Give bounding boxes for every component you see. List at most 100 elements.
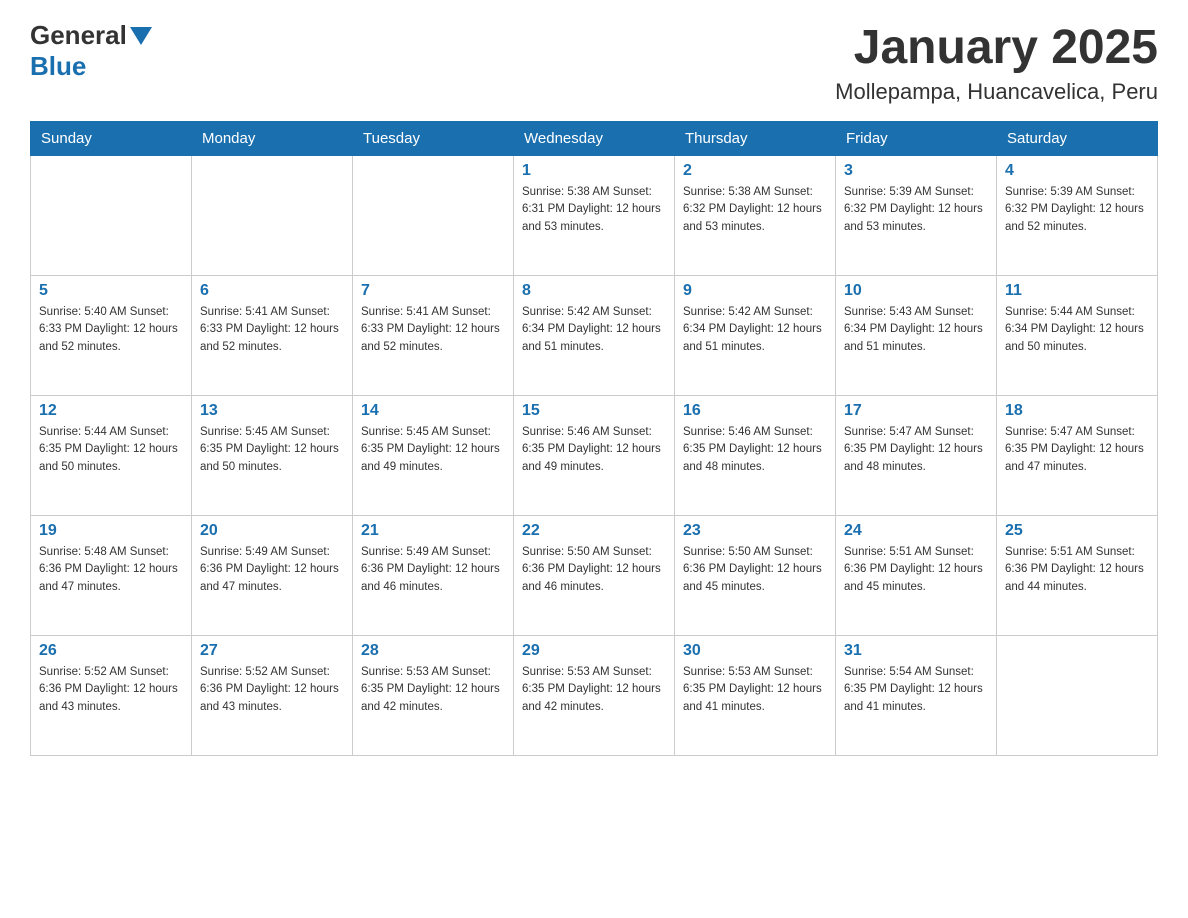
day-number: 13 (200, 402, 344, 420)
day-info: Sunrise: 5:48 AM Sunset: 6:36 PM Dayligh… (39, 544, 183, 596)
day-number: 11 (1005, 282, 1149, 300)
weekday-header-thursday: Thursday (675, 122, 836, 156)
calendar-cell: 1 Sunrise: 5:38 AM Sunset: 6:31 PM Daylig… (514, 156, 675, 276)
calendar-cell: 9 Sunrise: 5:42 AM Sunset: 6:34 PM Daylig… (675, 276, 836, 396)
calendar-cell: 16 Sunrise: 5:46 AM Sunset: 6:35 PM Dayli… (675, 396, 836, 516)
day-info: Sunrise: 5:39 AM Sunset: 6:32 PM Dayligh… (844, 184, 988, 236)
day-info: Sunrise: 5:41 AM Sunset: 6:33 PM Dayligh… (200, 304, 344, 356)
day-number: 15 (522, 402, 666, 420)
day-info: Sunrise: 5:54 AM Sunset: 6:35 PM Dayligh… (844, 664, 988, 716)
day-number: 28 (361, 642, 505, 660)
calendar-week-row: 12 Sunrise: 5:44 AM Sunset: 6:35 PM Dayli… (31, 396, 1158, 516)
day-number: 16 (683, 402, 827, 420)
calendar-cell: 4 Sunrise: 5:39 AM Sunset: 6:32 PM Daylig… (997, 156, 1158, 276)
calendar-cell: 20 Sunrise: 5:49 AM Sunset: 6:36 PM Dayli… (192, 516, 353, 636)
day-number: 31 (844, 642, 988, 660)
logo-general: General (30, 20, 127, 51)
day-number: 22 (522, 522, 666, 540)
weekday-header-monday: Monday (192, 122, 353, 156)
day-info: Sunrise: 5:52 AM Sunset: 6:36 PM Dayligh… (39, 664, 183, 716)
calendar-cell: 27Sunrise: 5:52 AM Sunset: 6:36 PM Dayli… (192, 636, 353, 756)
calendar-cell: 24 Sunrise: 5:51 AM Sunset: 6:36 PM Dayli… (836, 516, 997, 636)
day-info: Sunrise: 5:44 AM Sunset: 6:34 PM Dayligh… (1005, 304, 1149, 356)
day-number: 18 (1005, 402, 1149, 420)
day-number: 9 (683, 282, 827, 300)
day-number: 25 (1005, 522, 1149, 540)
calendar-cell: 12 Sunrise: 5:44 AM Sunset: 6:35 PM Dayli… (31, 396, 192, 516)
day-number: 17 (844, 402, 988, 420)
day-info: Sunrise: 5:38 AM Sunset: 6:31 PM Dayligh… (522, 184, 666, 236)
calendar-week-row: 26 Sunrise: 5:52 AM Sunset: 6:36 PM Dayli… (31, 636, 1158, 756)
day-info: Sunrise: 5:47 AM Sunset: 6:35 PM Dayligh… (844, 424, 988, 476)
weekday-header-wednesday: Wednesday (514, 122, 675, 156)
calendar-cell (353, 156, 514, 276)
calendar-cell: 19 Sunrise: 5:48 AM Sunset: 6:36 PM Dayli… (31, 516, 192, 636)
day-number: 1 (522, 162, 666, 180)
day-number: 14 (361, 402, 505, 420)
calendar-title: January 2025 (835, 20, 1158, 75)
day-info: Sunrise: 5:44 AM Sunset: 6:35 PM Dayligh… (39, 424, 183, 476)
day-number: 24 (844, 522, 988, 540)
day-number: 29 (522, 642, 666, 660)
calendar-header-row: SundayMondayTuesdayWednesdayThursdayFrid… (31, 122, 1158, 156)
day-number: 21 (361, 522, 505, 540)
day-number: 12 (39, 402, 183, 420)
calendar-cell: 2Sunrise: 5:38 AM Sunset: 6:32 PM Daylig… (675, 156, 836, 276)
weekday-header-sunday: Sunday (31, 122, 192, 156)
day-info: Sunrise: 5:52 AM Sunset: 6:36 PM Dayligh… (200, 664, 344, 716)
calendar-cell: 14 Sunrise: 5:45 AM Sunset: 6:35 PM Dayli… (353, 396, 514, 516)
weekday-header-friday: Friday (836, 122, 997, 156)
calendar-cell: 11 Sunrise: 5:44 AM Sunset: 6:34 PM Dayli… (997, 276, 1158, 396)
day-number: 3 (844, 162, 988, 180)
calendar-cell: 26 Sunrise: 5:52 AM Sunset: 6:36 PM Dayli… (31, 636, 192, 756)
day-info: Sunrise: 5:38 AM Sunset: 6:32 PM Dayligh… (683, 184, 827, 236)
day-info: Sunrise: 5:45 AM Sunset: 6:35 PM Dayligh… (200, 424, 344, 476)
calendar-cell: 31 Sunrise: 5:54 AM Sunset: 6:35 PM Dayli… (836, 636, 997, 756)
day-info: Sunrise: 5:53 AM Sunset: 6:35 PM Dayligh… (522, 664, 666, 716)
calendar-cell: 8 Sunrise: 5:42 AM Sunset: 6:34 PM Daylig… (514, 276, 675, 396)
calendar-cell: 10 Sunrise: 5:43 AM Sunset: 6:34 PM Dayli… (836, 276, 997, 396)
day-number: 23 (683, 522, 827, 540)
day-number: 26 (39, 642, 183, 660)
day-info: Sunrise: 5:42 AM Sunset: 6:34 PM Dayligh… (683, 304, 827, 356)
calendar-cell: 29 Sunrise: 5:53 AM Sunset: 6:35 PM Dayli… (514, 636, 675, 756)
day-number: 20 (200, 522, 344, 540)
calendar-cell (997, 636, 1158, 756)
day-info: Sunrise: 5:43 AM Sunset: 6:34 PM Dayligh… (844, 304, 988, 356)
calendar-cell: 22 Sunrise: 5:50 AM Sunset: 6:36 PM Dayli… (514, 516, 675, 636)
day-info: Sunrise: 5:51 AM Sunset: 6:36 PM Dayligh… (1005, 544, 1149, 596)
day-number: 6 (200, 282, 344, 300)
day-info: Sunrise: 5:42 AM Sunset: 6:34 PM Dayligh… (522, 304, 666, 356)
day-info: Sunrise: 5:49 AM Sunset: 6:36 PM Dayligh… (200, 544, 344, 596)
day-number: 5 (39, 282, 183, 300)
calendar-cell: 15Sunrise: 5:46 AM Sunset: 6:35 PM Dayli… (514, 396, 675, 516)
calendar-week-row: 5Sunrise: 5:40 AM Sunset: 6:33 PM Daylig… (31, 276, 1158, 396)
day-info: Sunrise: 5:50 AM Sunset: 6:36 PM Dayligh… (522, 544, 666, 596)
calendar-cell: 30 Sunrise: 5:53 AM Sunset: 6:35 PM Dayli… (675, 636, 836, 756)
logo: General Blue (30, 20, 152, 82)
day-info: Sunrise: 5:46 AM Sunset: 6:35 PM Dayligh… (683, 424, 827, 476)
day-number: 10 (844, 282, 988, 300)
calendar-cell: 17 Sunrise: 5:47 AM Sunset: 6:35 PM Dayli… (836, 396, 997, 516)
day-info: Sunrise: 5:47 AM Sunset: 6:35 PM Dayligh… (1005, 424, 1149, 476)
weekday-header-tuesday: Tuesday (353, 122, 514, 156)
calendar-cell: 13 Sunrise: 5:45 AM Sunset: 6:35 PM Dayli… (192, 396, 353, 516)
day-info: Sunrise: 5:41 AM Sunset: 6:33 PM Dayligh… (361, 304, 505, 356)
calendar-table: SundayMondayTuesdayWednesdayThursdayFrid… (30, 121, 1158, 756)
day-info: Sunrise: 5:51 AM Sunset: 6:36 PM Dayligh… (844, 544, 988, 596)
logo-blue: Blue (30, 51, 86, 81)
day-number: 19 (39, 522, 183, 540)
day-info: Sunrise: 5:53 AM Sunset: 6:35 PM Dayligh… (683, 664, 827, 716)
day-number: 8 (522, 282, 666, 300)
calendar-cell (192, 156, 353, 276)
day-info: Sunrise: 5:39 AM Sunset: 6:32 PM Dayligh… (1005, 184, 1149, 236)
calendar-subtitle: Mollepampa, Huancavelica, Peru (835, 79, 1158, 105)
day-info: Sunrise: 5:45 AM Sunset: 6:35 PM Dayligh… (361, 424, 505, 476)
calendar-week-row: 1 Sunrise: 5:38 AM Sunset: 6:31 PM Daylig… (31, 156, 1158, 276)
logo-triangle-icon (130, 27, 152, 45)
day-info: Sunrise: 5:53 AM Sunset: 6:35 PM Dayligh… (361, 664, 505, 716)
title-block: January 2025 Mollepampa, Huancavelica, P… (835, 20, 1158, 105)
day-number: 4 (1005, 162, 1149, 180)
day-number: 30 (683, 642, 827, 660)
calendar-cell: 18 Sunrise: 5:47 AM Sunset: 6:35 PM Dayli… (997, 396, 1158, 516)
